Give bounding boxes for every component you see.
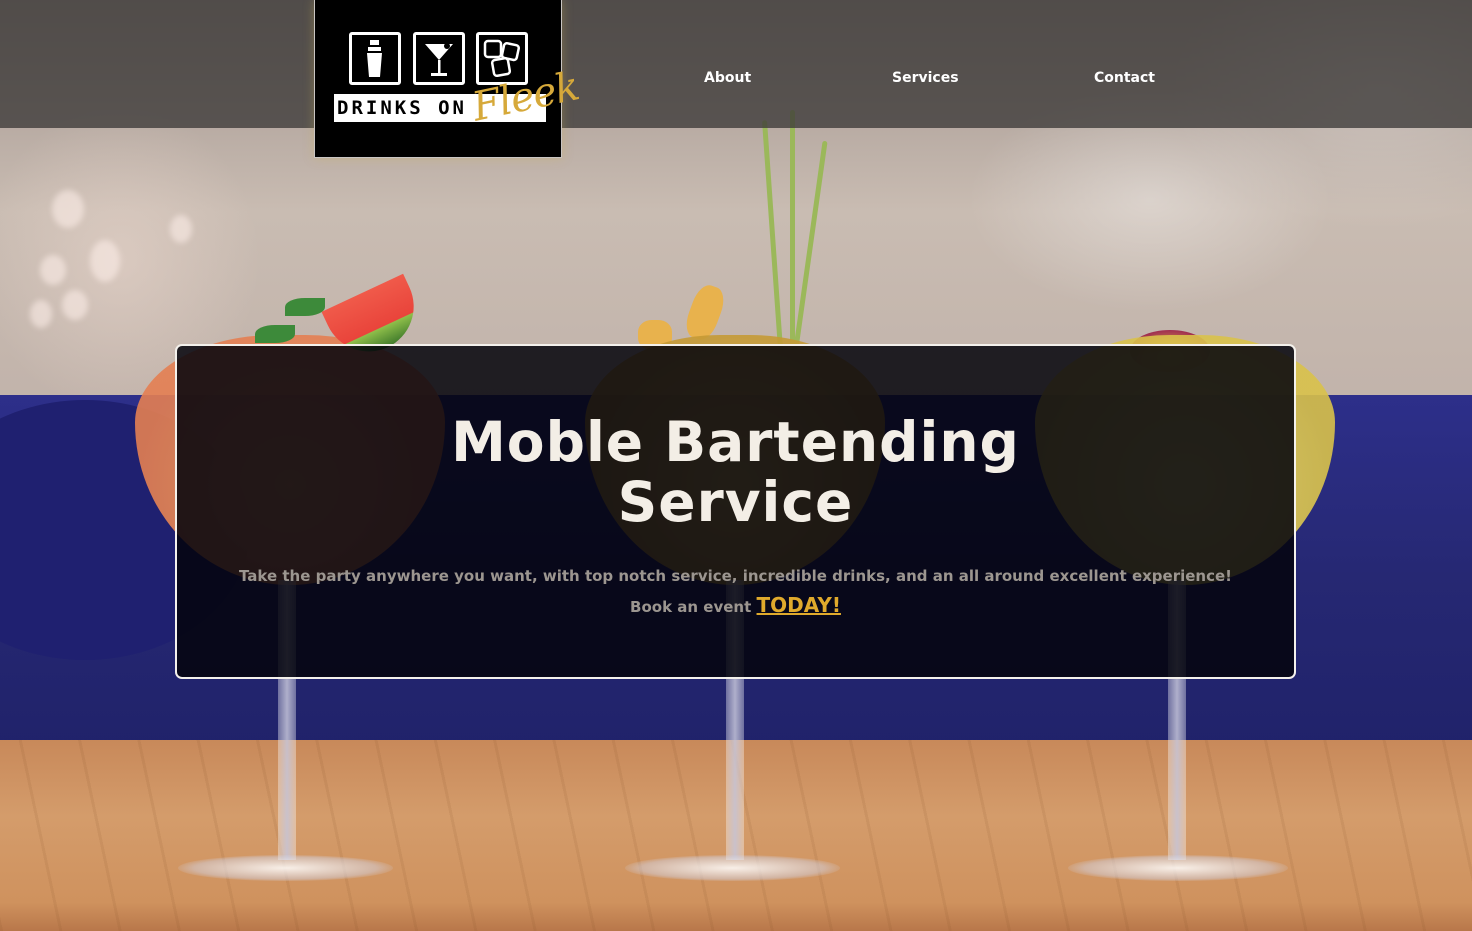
bokeh-light bbox=[30, 300, 52, 328]
book-today-link[interactable]: TODAY! bbox=[757, 593, 841, 617]
hero-panel: Moble Bartending Service Take the party … bbox=[175, 344, 1296, 679]
mint-garnish bbox=[255, 325, 295, 343]
bokeh-light bbox=[62, 290, 88, 320]
mint-garnish bbox=[285, 298, 325, 316]
hero-tagline: Take the party anywhere you want, with t… bbox=[239, 567, 1232, 585]
hero-title-line2: Service bbox=[617, 470, 854, 534]
bokeh-light bbox=[40, 255, 66, 285]
logo-wordmark: DRINKS ON bbox=[337, 97, 467, 119]
hero-title: Moble Bartending Service bbox=[177, 412, 1294, 532]
bokeh-light bbox=[170, 215, 192, 243]
glass-foot-left bbox=[178, 855, 393, 881]
site-logo[interactable]: DRINKS ON Fleek bbox=[314, 0, 583, 158]
glass-foot-right bbox=[1068, 855, 1288, 881]
hero-title-line1: Moble Bartending bbox=[451, 410, 1020, 474]
cta-prefix: Book an event bbox=[630, 598, 752, 616]
martini-glass-icon bbox=[413, 32, 465, 85]
nav-link-services[interactable]: Services bbox=[892, 70, 959, 86]
bokeh-light bbox=[52, 190, 84, 228]
site-header: About Services Contact bbox=[0, 0, 1472, 128]
cocktail-shaker-icon bbox=[349, 32, 401, 85]
bokeh-light bbox=[90, 240, 120, 282]
nav-link-contact[interactable]: Contact bbox=[1094, 70, 1155, 86]
hero-tagline-block: Take the party anywhere you want, with t… bbox=[177, 562, 1294, 622]
nav-link-about[interactable]: About bbox=[704, 70, 751, 86]
glass-foot-middle bbox=[625, 855, 840, 881]
lemongrass-garnish bbox=[790, 110, 795, 350]
